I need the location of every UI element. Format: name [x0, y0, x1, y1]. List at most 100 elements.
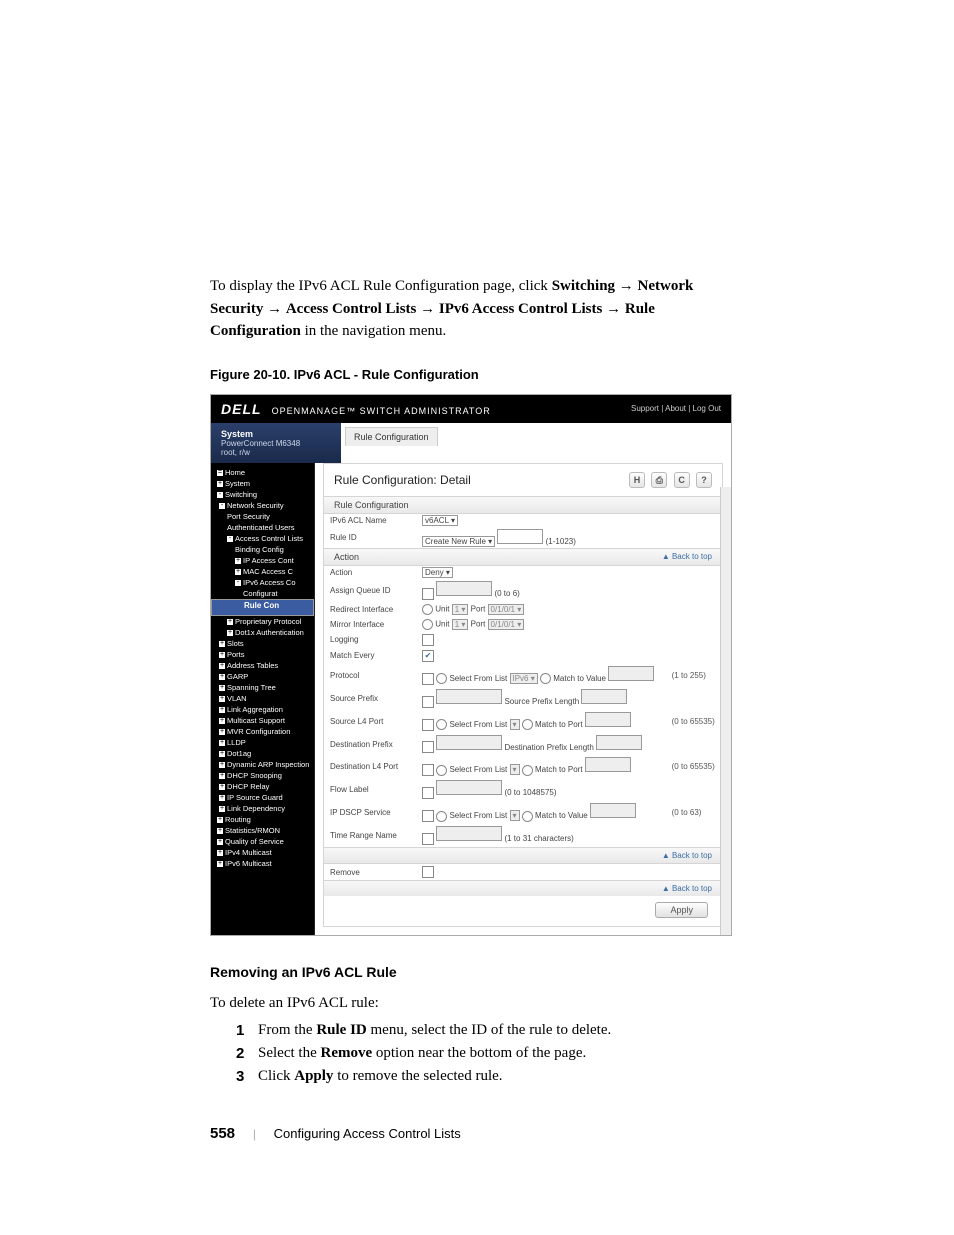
- dstl4-check[interactable]: [422, 764, 434, 776]
- tree-toggle-icon[interactable]: +: [217, 828, 223, 834]
- protocol-radio2[interactable]: [540, 673, 551, 684]
- tree-toggle-icon[interactable]: +: [219, 641, 225, 647]
- protocol-check[interactable]: [422, 673, 434, 685]
- redirect-unit-select[interactable]: 1 ▾: [452, 604, 469, 615]
- redirect-port-select[interactable]: 0/1/0/1 ▾: [488, 604, 525, 615]
- tree-toggle-icon[interactable]: -: [217, 492, 223, 498]
- srcl4-check[interactable]: [422, 719, 434, 731]
- nav-item[interactable]: +DHCP Relay: [211, 781, 314, 792]
- top-links[interactable]: Support | About | Log Out: [631, 404, 721, 413]
- tree-toggle-icon[interactable]: +: [219, 762, 225, 768]
- tree-toggle-icon[interactable]: +: [235, 558, 241, 564]
- flowlabel-check[interactable]: [422, 787, 434, 799]
- dstprefix-check[interactable]: [422, 741, 434, 753]
- nav-item[interactable]: Port Security: [211, 511, 314, 522]
- nav-item[interactable]: +IP Access Cont: [211, 555, 314, 566]
- tree-toggle-icon[interactable]: +: [235, 569, 241, 575]
- nav-item[interactable]: -Switching: [211, 489, 314, 500]
- nav-item[interactable]: Authenticated Users: [211, 522, 314, 533]
- apply-button[interactable]: Apply: [655, 902, 708, 918]
- ipdscp-list-select[interactable]: ▾: [510, 810, 520, 821]
- nav-item[interactable]: =Home: [211, 467, 314, 478]
- tree-toggle-icon[interactable]: +: [219, 729, 225, 735]
- tree-toggle-icon[interactable]: +: [219, 718, 225, 724]
- srcprefix-check[interactable]: [422, 696, 434, 708]
- tree-toggle-icon[interactable]: +: [219, 751, 225, 757]
- nav-item[interactable]: +DHCP Snooping: [211, 770, 314, 781]
- tree-toggle-icon[interactable]: +: [217, 839, 223, 845]
- ipdscp-value-input[interactable]: [590, 803, 636, 818]
- nav-item[interactable]: +Statistics/RMON: [211, 825, 314, 836]
- nav-item[interactable]: +Quality of Service: [211, 836, 314, 847]
- help-icon[interactable]: ?: [696, 472, 712, 488]
- matchevery-check[interactable]: ✔: [422, 650, 434, 662]
- nav-item[interactable]: +MAC Access C: [211, 566, 314, 577]
- refresh-icon[interactable]: C: [674, 472, 690, 488]
- srcl4-port-input[interactable]: [585, 712, 631, 727]
- nav-item[interactable]: Rule Con: [211, 599, 314, 616]
- nav-item[interactable]: +VLAN: [211, 693, 314, 704]
- tree-toggle-icon[interactable]: -: [235, 580, 241, 586]
- ipdscp-radio2[interactable]: [522, 811, 533, 822]
- logging-check[interactable]: [422, 634, 434, 646]
- dstprefix-len-input[interactable]: [596, 735, 642, 750]
- dstl4-radio1[interactable]: [436, 765, 447, 776]
- nav-item[interactable]: +Link Aggregation: [211, 704, 314, 715]
- tree-toggle-icon[interactable]: +: [217, 850, 223, 856]
- tree-toggle-icon[interactable]: +: [219, 806, 225, 812]
- mirror-radio[interactable]: [422, 619, 433, 630]
- tree-toggle-icon[interactable]: +: [219, 740, 225, 746]
- flowlabel-input[interactable]: [436, 780, 502, 795]
- protocol-radio1[interactable]: [436, 673, 447, 684]
- protocol-value-input[interactable]: [608, 666, 654, 681]
- vertical-scrollbar[interactable]: [720, 487, 731, 936]
- ipdscp-radio1[interactable]: [436, 811, 447, 822]
- goto-icon[interactable]: H: [629, 472, 645, 488]
- nav-item[interactable]: +MVR Configuration: [211, 726, 314, 737]
- tree-toggle-icon[interactable]: +: [227, 619, 233, 625]
- srcprefix-input[interactable]: [436, 689, 502, 704]
- nav-item[interactable]: +IPv4 Multicast: [211, 847, 314, 858]
- srcl4-radio1[interactable]: [436, 719, 447, 730]
- assign-queue-check[interactable]: [422, 588, 434, 600]
- dstl4-list-select[interactable]: ▾: [510, 764, 520, 775]
- nav-item[interactable]: Configurat: [211, 588, 314, 599]
- srcl4-radio2[interactable]: [522, 719, 533, 730]
- aclname-select[interactable]: v6ACL ▾: [422, 515, 458, 526]
- nav-item[interactable]: +System: [211, 478, 314, 489]
- tree-toggle-icon[interactable]: -: [227, 536, 233, 542]
- nav-item[interactable]: +Routing: [211, 814, 314, 825]
- timerange-check[interactable]: [422, 833, 434, 845]
- nav-item[interactable]: +LLDP: [211, 737, 314, 748]
- tree-toggle-icon[interactable]: +: [219, 795, 225, 801]
- nav-item[interactable]: +Multicast Support: [211, 715, 314, 726]
- nav-item[interactable]: +Slots: [211, 638, 314, 649]
- back-to-top-link-2[interactable]: ▲ Back to top: [662, 851, 712, 860]
- dstprefix-input[interactable]: [436, 735, 502, 750]
- srcprefix-len-input[interactable]: [581, 689, 627, 704]
- dstl4-port-input[interactable]: [585, 757, 631, 772]
- nav-item[interactable]: -IPv6 Access Co: [211, 577, 314, 588]
- action-select[interactable]: Deny ▾: [422, 567, 453, 578]
- back-to-top-link-3[interactable]: ▲ Back to top: [662, 884, 712, 893]
- tree-toggle-icon[interactable]: +: [217, 861, 223, 867]
- nav-item[interactable]: +Link Dependency: [211, 803, 314, 814]
- nav-item[interactable]: +Spanning Tree: [211, 682, 314, 693]
- dstl4-radio2[interactable]: [522, 765, 533, 776]
- nav-item[interactable]: +GARP: [211, 671, 314, 682]
- ipdscp-check[interactable]: [422, 810, 434, 822]
- print-icon[interactable]: ⎙: [651, 472, 667, 488]
- nav-item[interactable]: +Dot1ag: [211, 748, 314, 759]
- nav-item[interactable]: -Access Control Lists: [211, 533, 314, 544]
- srcl4-list-select[interactable]: ▾: [510, 719, 520, 730]
- nav-item[interactable]: -Network Security: [211, 500, 314, 511]
- tree-toggle-icon[interactable]: -: [219, 503, 225, 509]
- tree-toggle-icon[interactable]: +: [219, 784, 225, 790]
- assign-queue-input[interactable]: [436, 581, 492, 596]
- tree-toggle-icon[interactable]: +: [217, 817, 223, 823]
- tree-toggle-icon[interactable]: +: [219, 663, 225, 669]
- mirror-unit-select[interactable]: 1 ▾: [452, 619, 469, 630]
- tree-toggle-icon[interactable]: +: [219, 696, 225, 702]
- tree-toggle-icon[interactable]: +: [227, 630, 233, 636]
- tree-toggle-icon[interactable]: +: [219, 652, 225, 658]
